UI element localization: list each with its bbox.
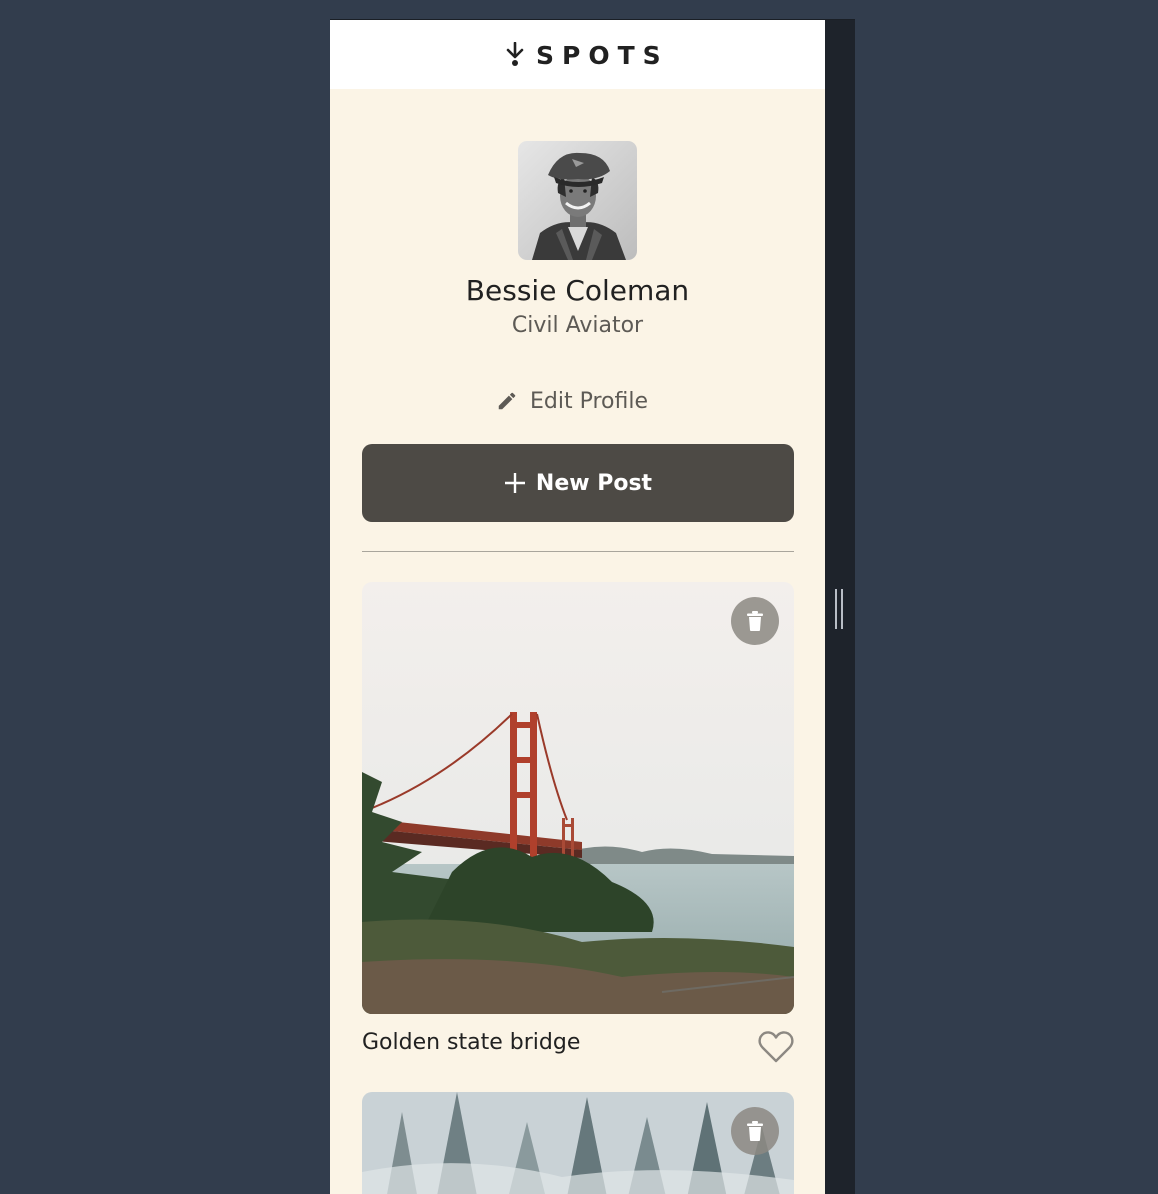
logo-text: SPOTS — [536, 40, 669, 70]
edit-profile-label: Edit Profile — [530, 388, 649, 414]
card-title: Golden state bridge — [362, 1030, 581, 1055]
heart-icon — [758, 1031, 794, 1063]
delete-button[interactable] — [731, 597, 779, 645]
device-frame: SPOTS Bessie Coleman Civil Aviator Edit … — [330, 19, 855, 1194]
like-button[interactable] — [758, 1030, 794, 1064]
profile-description: Civil Aviator — [511, 313, 644, 338]
site-header: SPOTS — [330, 20, 825, 89]
delete-button[interactable] — [731, 1107, 779, 1155]
avatar — [518, 141, 637, 260]
resize-handle[interactable] — [835, 589, 845, 629]
page-viewport: SPOTS Bessie Coleman Civil Aviator Edit … — [330, 20, 825, 1194]
card-image[interactable] — [362, 582, 794, 1014]
trash-icon — [747, 1121, 763, 1141]
logo[interactable]: SPOTS — [506, 40, 669, 70]
trash-icon — [747, 611, 763, 631]
edit-profile-button[interactable]: Edit Profile — [496, 386, 648, 416]
card-image[interactable] — [362, 1092, 794, 1194]
profile-name: Bessie Coleman — [465, 274, 690, 307]
new-post-button[interactable]: New Post — [362, 444, 794, 522]
divider — [362, 551, 794, 552]
pencil-icon — [498, 392, 516, 410]
pin-icon — [506, 42, 524, 66]
plus-icon — [504, 473, 525, 493]
new-post-label: New Post — [535, 470, 653, 496]
